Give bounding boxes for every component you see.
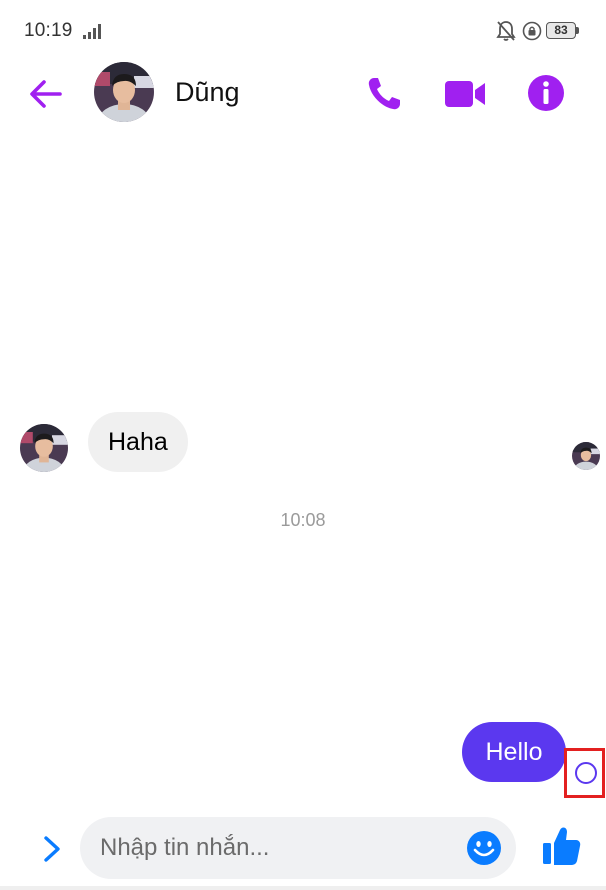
video-camera-icon[interactable] — [442, 72, 488, 116]
status-time: 10:19 — [24, 20, 73, 41]
sender-avatar[interactable] — [20, 424, 68, 472]
bell-off-icon — [496, 21, 516, 41]
emoji-icon[interactable] — [466, 830, 502, 866]
contact-avatar[interactable] — [94, 62, 154, 122]
lock-rotation-icon — [522, 21, 542, 41]
incoming-message-bubble[interactable]: Haha — [88, 412, 188, 472]
thumbs-up-icon[interactable] — [540, 824, 582, 868]
chevron-right-icon[interactable] — [36, 832, 68, 866]
battery-tip — [576, 27, 579, 34]
battery-level: 83 — [554, 23, 568, 37]
bottom-divider — [0, 886, 606, 890]
back-arrow-icon[interactable] — [26, 74, 66, 114]
sending-status-icon — [575, 762, 597, 784]
signal-icon — [83, 24, 101, 39]
message-composer[interactable] — [80, 817, 516, 879]
battery-icon: 83 — [546, 22, 576, 39]
outgoing-message-bubble[interactable]: Hello — [462, 722, 566, 782]
seen-avatar — [572, 442, 600, 470]
message-timestamp: 10:08 — [280, 510, 326, 530]
phone-icon[interactable] — [362, 72, 406, 116]
info-icon[interactable] — [525, 72, 567, 114]
contact-name[interactable]: Dũng — [175, 77, 240, 108]
message-input[interactable] — [100, 817, 460, 879]
